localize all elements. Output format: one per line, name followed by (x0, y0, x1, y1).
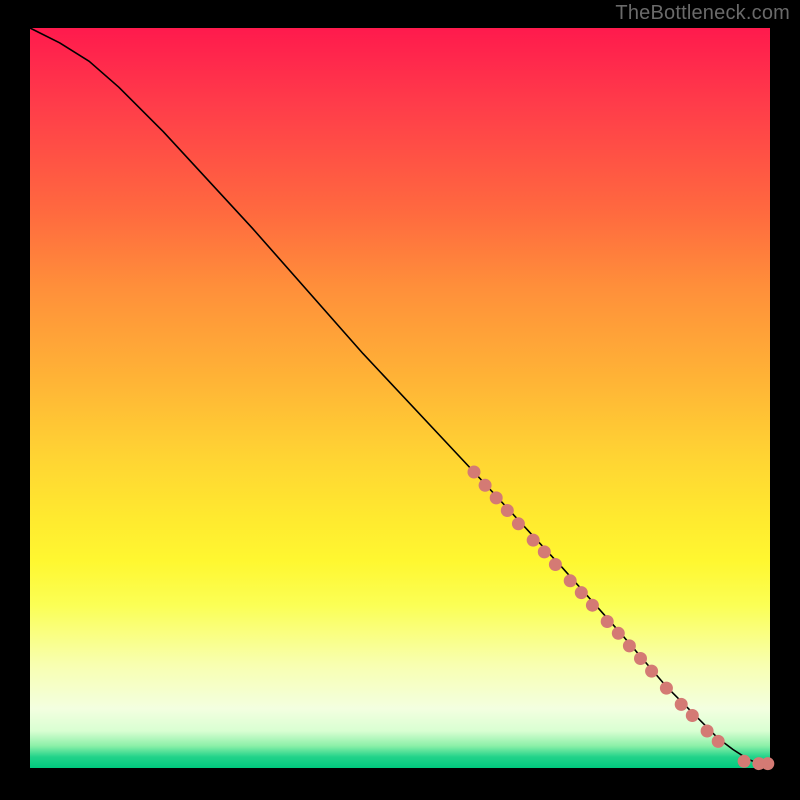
data-point (623, 639, 636, 652)
data-point (634, 652, 647, 665)
chart-svg (30, 28, 770, 768)
chart-frame: TheBottleneck.com (0, 0, 800, 800)
data-point (612, 627, 625, 640)
data-point (549, 558, 562, 571)
data-point (601, 615, 614, 628)
data-point (761, 757, 774, 770)
data-point (738, 755, 751, 768)
plot-area (30, 28, 770, 768)
data-points-group (468, 466, 775, 771)
data-point (575, 586, 588, 599)
series-curve (30, 28, 770, 764)
data-point (490, 491, 503, 504)
data-point (527, 534, 540, 547)
data-point (468, 466, 481, 479)
data-point (512, 517, 525, 530)
data-point (660, 682, 673, 695)
data-point (645, 665, 658, 678)
data-point (686, 709, 699, 722)
data-point (564, 574, 577, 587)
data-point (538, 545, 551, 558)
data-point (712, 735, 725, 748)
data-point (501, 504, 514, 517)
data-point (586, 599, 599, 612)
data-point (479, 479, 492, 492)
data-point (701, 725, 714, 738)
watermark-text: TheBottleneck.com (615, 2, 790, 25)
data-point (675, 698, 688, 711)
